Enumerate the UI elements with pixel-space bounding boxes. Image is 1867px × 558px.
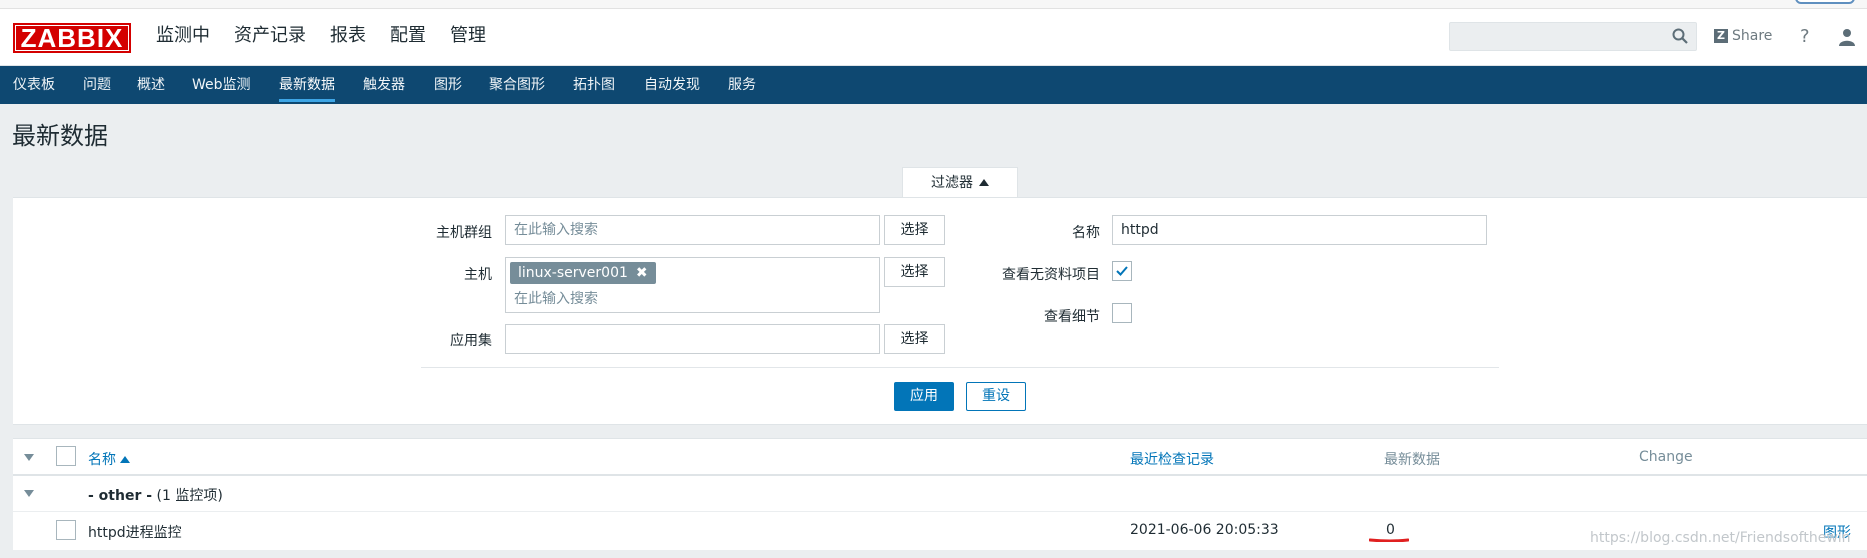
browser-strip: [0, 0, 1867, 9]
sub-nav-screens[interactable]: 聚合图形: [489, 66, 545, 104]
sub-nav-overview[interactable]: 概述: [137, 66, 165, 104]
column-change: Change: [1639, 449, 1693, 465]
reset-button[interactable]: 重设: [966, 382, 1026, 411]
name-input[interactable]: httpd: [1112, 215, 1487, 245]
host-search-input[interactable]: 在此输入搜索: [514, 288, 598, 308]
application-input[interactable]: [505, 324, 880, 354]
show-items-without-data-checkbox[interactable]: [1112, 261, 1132, 281]
page-title: 最新数据: [12, 122, 108, 150]
checkmark-icon: [1116, 266, 1128, 276]
search-icon[interactable]: [1672, 28, 1688, 44]
name-label: 名称: [1072, 225, 1100, 241]
sub-nav-problems[interactable]: 问题: [83, 66, 111, 104]
sub-nav: 仪表板 问题 概述 Web监测 最新数据 触发器 图形 聚合图形 拓扑图 自动发…: [0, 66, 1867, 104]
sub-nav-maps[interactable]: 拓扑图: [573, 66, 615, 104]
sub-nav-latest-data[interactable]: 最新数据: [279, 66, 335, 104]
main-nav-monitoring[interactable]: 监测中: [156, 22, 210, 76]
apply-button[interactable]: 应用: [894, 382, 954, 411]
column-name-label: 名称: [88, 452, 116, 468]
main-nav-configuration[interactable]: 配置: [390, 22, 426, 62]
logo-text: ZABBIX: [20, 23, 124, 53]
caret-up-icon: [979, 179, 989, 186]
host-label: 主机: [464, 267, 492, 283]
show-details-checkbox[interactable]: [1112, 303, 1132, 323]
table-row: httpd进程监控 2021-06-06 20:05:33 0 图形: [13, 512, 1867, 549]
zabbix-logo[interactable]: ZABBIX: [13, 23, 131, 53]
select-all-checkbox[interactable]: [56, 446, 76, 466]
sub-nav-graphs[interactable]: 图形: [434, 66, 462, 104]
group-label: - other - (1 监控项): [88, 485, 223, 505]
share-label: Share: [1732, 28, 1773, 44]
user-icon[interactable]: [1838, 28, 1856, 46]
group-count: (1 监控项): [156, 488, 223, 504]
table-group-row: - other - (1 监控项): [13, 476, 1867, 512]
item-last-check: 2021-06-06 20:05:33: [1130, 522, 1279, 538]
sort-asc-icon: [120, 456, 130, 463]
group-name: - other -: [88, 488, 153, 504]
sub-nav-triggers[interactable]: 触发器: [363, 66, 405, 104]
item-name: httpd进程监控: [88, 525, 182, 541]
sub-nav-dashboard[interactable]: 仪表板: [13, 66, 55, 104]
main-nav: 监测中 资产记录 报表 配置 管理: [156, 22, 510, 76]
latest-data-table: 名称 最近检查记录 最新数据 Change - other - (1 监控项) …: [13, 438, 1867, 550]
filter-tab-label: 过滤器: [931, 175, 973, 191]
share-button[interactable]: Z Share: [1714, 28, 1772, 44]
column-name[interactable]: 名称: [88, 449, 130, 469]
show-items-without-data-label: 查看无资料项目: [1002, 267, 1100, 283]
main-nav-inventory[interactable]: 资产记录: [234, 22, 306, 62]
main-nav-administration[interactable]: 管理: [450, 22, 486, 62]
global-search-input[interactable]: [1449, 22, 1697, 51]
filter-tab[interactable]: 过滤器: [902, 167, 1018, 198]
host-group-select-button[interactable]: 选择: [884, 215, 945, 245]
item-last-value: 0: [1386, 522, 1395, 538]
application-label: 应用集: [450, 333, 492, 349]
host-group-input[interactable]: 在此输入搜索: [505, 215, 880, 245]
zabbix-share-icon: Z: [1714, 29, 1728, 43]
filter-divider: [421, 367, 1499, 368]
sub-nav-discovery[interactable]: 自动发现: [644, 66, 700, 104]
main-nav-reports[interactable]: 报表: [330, 22, 366, 62]
host-multiselect[interactable]: linux-server001 ✖ 在此输入搜索: [505, 257, 880, 313]
host-tag[interactable]: linux-server001 ✖: [510, 262, 656, 284]
host-group-label: 主机群组: [436, 225, 492, 241]
column-last-check[interactable]: 最近检查记录: [1130, 449, 1214, 469]
collapse-group-icon[interactable]: [24, 490, 34, 497]
show-details-label: 查看细节: [1044, 309, 1100, 325]
application-select-button[interactable]: 选择: [884, 324, 945, 354]
help-icon[interactable]: ?: [1800, 26, 1810, 47]
red-underline-annotation: [1369, 538, 1409, 542]
strip-pill: [1795, 0, 1855, 4]
host-tag-label: linux-server001: [518, 265, 628, 281]
row-checkbox[interactable]: [56, 520, 76, 540]
watermark: https://blog.csdn.net/Friendsofthewin: [1590, 530, 1851, 546]
column-last-value: 最新数据: [1384, 452, 1440, 468]
top-header: ZABBIX 监测中 资产记录 报表 配置 管理 Z Share ?: [0, 0, 1867, 76]
sub-nav-services[interactable]: 服务: [728, 66, 756, 104]
table-header: 名称 最近检查记录 最新数据 Change: [13, 439, 1867, 476]
remove-tag-icon[interactable]: ✖: [636, 265, 648, 281]
host-select-button[interactable]: 选择: [884, 257, 945, 287]
sub-nav-web[interactable]: Web监测: [192, 66, 251, 104]
collapse-all-icon[interactable]: [24, 454, 34, 461]
